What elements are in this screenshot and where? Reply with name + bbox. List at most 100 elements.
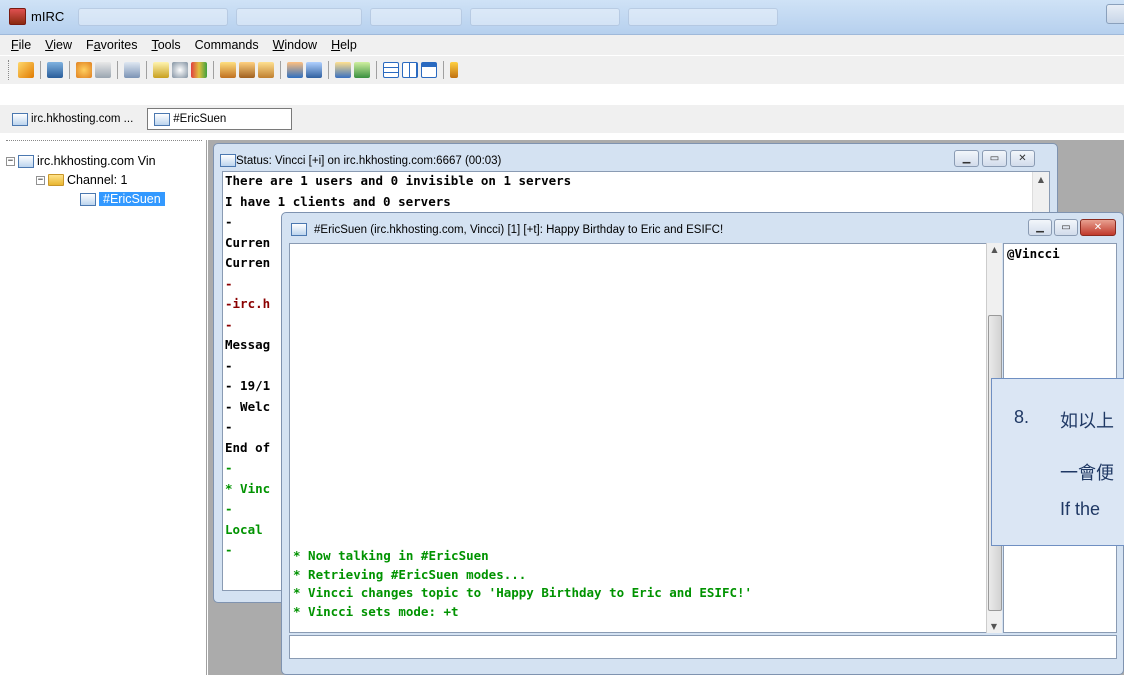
collapse-icon[interactable]: − <box>36 175 45 185</box>
toolbar <box>0 56 1124 84</box>
switchbar-server-button[interactable]: irc.hkhosting.com ... <box>6 108 139 130</box>
status-line: Messag <box>225 337 271 352</box>
server-status-icon <box>18 154 34 168</box>
address-book-icon[interactable] <box>306 62 322 78</box>
send-file-icon[interactable] <box>220 62 236 78</box>
menu-file[interactable]: File <box>4 38 38 52</box>
taskbar-ghost-item <box>370 8 462 26</box>
channel-line: * Now talking in #EricSuen <box>293 548 489 563</box>
server-status-icon <box>220 154 236 167</box>
notify-list-icon[interactable] <box>287 62 303 78</box>
status-line: * Vinc <box>225 480 271 496</box>
callout-line-3: If the <box>1060 499 1101 519</box>
menu-commands[interactable]: Commands <box>188 38 266 52</box>
toolbar-separator <box>376 61 377 79</box>
treebar: − irc.hkhosting.com Vin − Channel: 1 #Er… <box>0 140 207 675</box>
callout-line-1: 如以上 <box>1060 411 1114 431</box>
tutorial-callout: 8. 如以上 一會便 If the <box>991 378 1124 546</box>
channel-list-icon[interactable] <box>124 62 140 78</box>
status-line: Local <box>225 521 263 537</box>
status-line: Curren <box>225 255 271 270</box>
switchbar-channel-button[interactable]: #EricSuen <box>147 108 293 130</box>
status-line: - 19/1 <box>225 378 271 393</box>
toolbar-separator <box>69 61 70 79</box>
toolbar-separator <box>40 61 41 79</box>
toolbar-grip[interactable] <box>8 60 11 80</box>
tree-server-node[interactable]: − irc.hkhosting.com Vin <box>6 154 156 168</box>
status-close-button[interactable]: ✕ <box>1010 150 1035 167</box>
switchbar: irc.hkhosting.com ... #EricSuen <box>0 105 1124 133</box>
status-window-title: Status: Vincci [+i] on irc.hkhosting.com… <box>236 155 502 167</box>
scroll-up-icon[interactable]: ▲ <box>1033 175 1049 184</box>
channel-input[interactable] <box>289 635 1117 659</box>
scroll-down-icon[interactable]: ▼ <box>987 622 1001 631</box>
menu-favorites[interactable]: Favorites <box>79 38 144 52</box>
switchbar-channel-label: #EricSuen <box>173 113 227 125</box>
channel-line: * Retrieving #EricSuen modes... <box>293 566 527 582</box>
chat-icon[interactable] <box>239 62 255 78</box>
taskbar-ghost-item <box>78 8 228 26</box>
channel-maximize-button[interactable]: ▭ <box>1054 219 1078 236</box>
channel-icon <box>291 223 307 236</box>
status-line: Curren <box>225 234 271 250</box>
channel-icon <box>80 192 96 206</box>
tree-channel-node[interactable]: #EricSuen <box>80 192 165 206</box>
channel-minimize-button[interactable]: ▁ <box>1028 219 1052 236</box>
favorites-icon[interactable] <box>76 62 92 78</box>
tree-group-node[interactable]: − Channel: 1 <box>36 173 127 187</box>
status-line: - <box>225 542 233 557</box>
logs-icon[interactable] <box>354 62 370 78</box>
status-line: - <box>225 419 233 434</box>
status-line: - <box>225 316 233 332</box>
taskbar-ghost-item <box>470 8 620 26</box>
help-icon[interactable] <box>450 62 458 78</box>
status-maximize-button[interactable]: ▭ <box>982 150 1007 167</box>
menu-tools[interactable]: Tools <box>144 38 187 52</box>
channel-window-title: #EricSuen (irc.hkhosting.com, Vincci) [1… <box>314 224 724 236</box>
status-line: - <box>225 214 233 229</box>
options-icon[interactable] <box>47 62 63 78</box>
status-line: There are 1 users and 0 invisible on 1 s… <box>225 173 572 188</box>
connect-icon[interactable] <box>18 62 34 78</box>
tree-group-label: Channel: 1 <box>67 173 128 187</box>
scroll-up-icon[interactable]: ▲ <box>987 245 1002 254</box>
tile-horizontal-icon[interactable] <box>383 62 399 78</box>
channel-close-button[interactable]: ✕ <box>1080 219 1116 236</box>
scripts-editor-icon[interactable] <box>153 62 169 78</box>
treebar-divider <box>6 140 202 141</box>
collapse-icon[interactable]: − <box>6 156 15 166</box>
status-line: - <box>225 275 233 291</box>
callout-step-number: 8. <box>1014 407 1030 427</box>
tree-channel-label: #EricSuen <box>99 192 165 206</box>
urls-icon[interactable] <box>335 62 351 78</box>
taskbar-ghost-item <box>236 8 362 26</box>
menu-view[interactable]: View <box>38 38 79 52</box>
channel-line: * Vincci changes topic to 'Happy Birthda… <box>293 585 753 600</box>
channel-folder-icon[interactable] <box>95 62 111 78</box>
folder-icon <box>48 174 64 186</box>
cascade-icon[interactable] <box>421 62 437 78</box>
nick-item[interactable]: @Vincci <box>1007 246 1060 261</box>
tree-server-label: irc.hkhosting.com Vin <box>37 154 156 168</box>
colors-icon[interactable] <box>191 62 207 78</box>
status-line: - <box>225 501 233 516</box>
toolbar-separator <box>328 61 329 79</box>
channel-icon <box>154 112 171 126</box>
toolbar-separator <box>117 61 118 79</box>
menu-window[interactable]: Window <box>266 38 324 52</box>
menu-bar: File View Favorites Tools Commands Window Help <box>0 35 1124 55</box>
status-minimize-button[interactable]: ▁ <box>954 150 979 167</box>
title-bar[interactable]: mIRC <box>0 0 1124 35</box>
tile-vertical-icon[interactable] <box>402 62 418 78</box>
status-line: -irc.h <box>225 296 271 311</box>
minimize-button[interactable] <box>1106 4 1124 24</box>
timer-icon[interactable] <box>172 62 188 78</box>
received-files-icon[interactable] <box>258 62 274 78</box>
window-title: mIRC <box>31 9 65 24</box>
server-status-icon <box>12 112 28 126</box>
status-line: I have 1 clients and 0 servers <box>225 193 451 209</box>
status-line: - Welc <box>225 398 271 414</box>
menu-help[interactable]: Help <box>324 38 364 52</box>
channel-text-area[interactable]: * Now talking in #EricSuen * Retrieving #… <box>289 243 1000 633</box>
callout-line-2: 一會便 <box>1060 463 1114 483</box>
